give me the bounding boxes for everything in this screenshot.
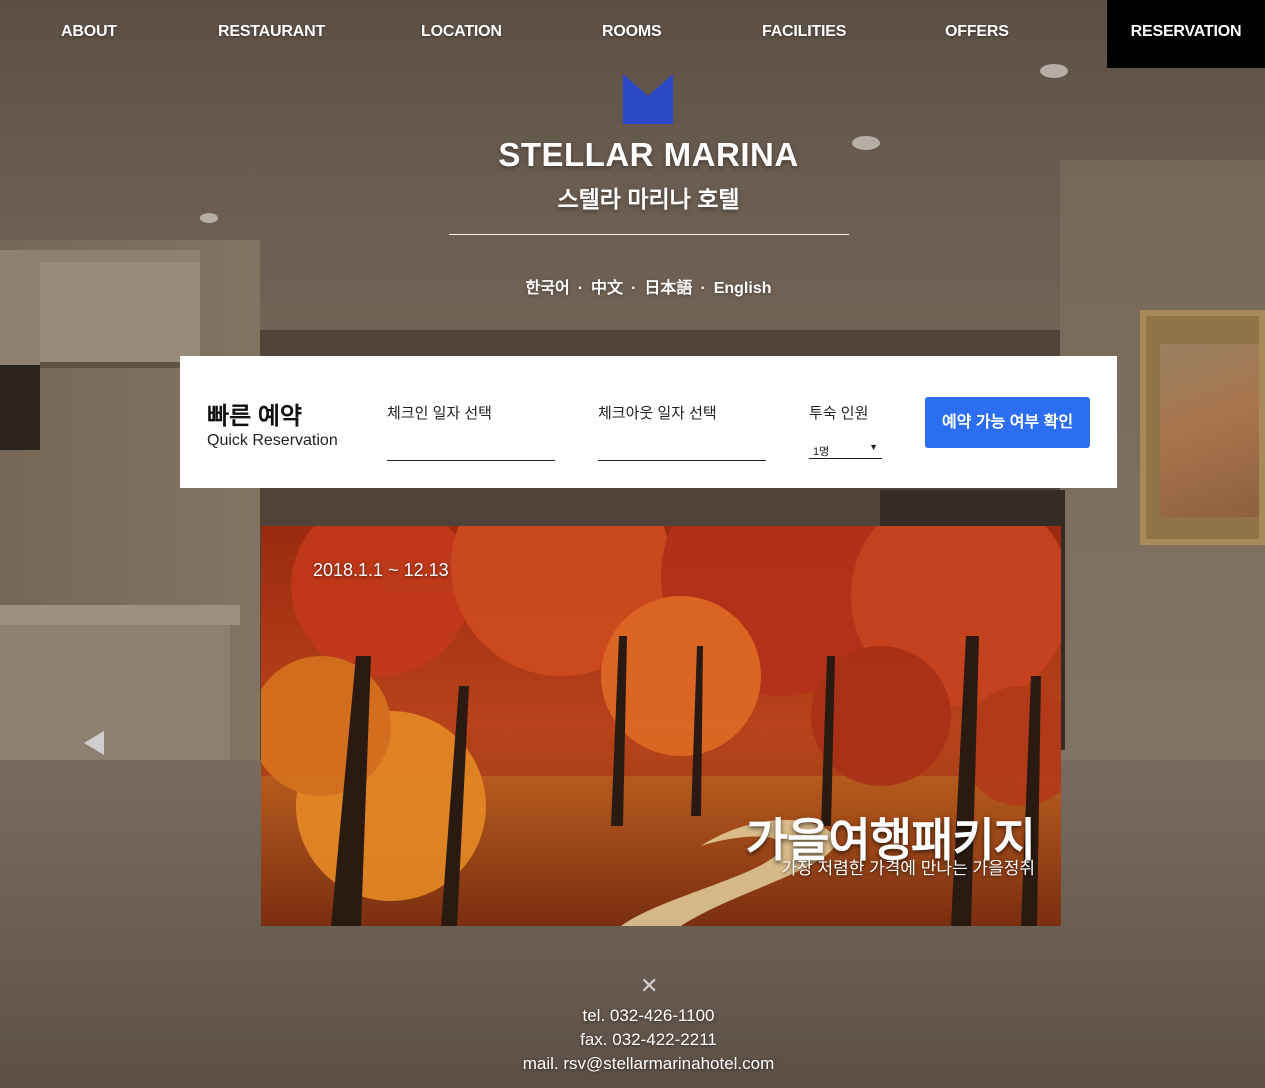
contact-fax: fax. 032-422-2211 xyxy=(580,1030,717,1049)
guests-field: 투숙 인원 1명 ▼ xyxy=(809,402,882,459)
quick-reservation-title: 빠른 예약 xyxy=(207,403,302,430)
lang-english[interactable]: English xyxy=(714,280,772,297)
banner-subtitle: 가장 저렴한 가격에 만나는 가을정취 xyxy=(781,859,1036,878)
lang-japanese[interactable]: 日本語 xyxy=(644,280,692,297)
nav-facilities[interactable]: FACILITIES xyxy=(762,0,846,64)
guests-select-value: 1명 xyxy=(813,446,830,458)
hotel-name-english: STELLAR MARINA xyxy=(498,136,799,173)
blue-m-logo-icon[interactable] xyxy=(623,74,673,124)
contact-mail[interactable]: mail. rsv@stellarmarinahotel.com xyxy=(0,1054,1265,1074)
hotel-name-korean: 스텔라 마리나 호텔 xyxy=(557,186,740,212)
main-nav: ABOUT RESTAURANT LOCATION ROOMS FACILITI… xyxy=(0,0,1265,68)
checkout-input-underline[interactable] xyxy=(598,460,766,461)
quick-reservation-subtitle: Quick Reservation xyxy=(207,432,338,449)
guests-label: 투숙 인원 xyxy=(809,405,869,422)
checkin-label: 체크인 일자 선택 xyxy=(387,405,492,422)
language-selector: 한국어 · 中文 · 日本語 · English xyxy=(0,274,1265,298)
checkout-label: 체크아웃 일자 선택 xyxy=(598,405,717,422)
quick-reservation-panel: 빠른 예약 Quick Reservation 체크인 일자 선택 체크아웃 일… xyxy=(180,356,1117,488)
banner-date: 2018.1.1 ~ 12.13 xyxy=(313,560,449,580)
checkin-input-underline[interactable] xyxy=(387,460,555,461)
lang-chinese[interactable]: 中文 xyxy=(591,280,623,297)
lang-separator: · xyxy=(631,280,637,297)
check-availability-button[interactable]: 예약 가능 여부 확인 xyxy=(925,397,1090,448)
close-icon[interactable]: ✕ xyxy=(640,973,658,999)
guests-select[interactable]: 1명 ▼ xyxy=(809,442,882,459)
checkin-field[interactable]: 체크인 일자 선택 xyxy=(387,402,555,461)
nav-rooms[interactable]: ROOMS xyxy=(602,0,662,64)
nav-reservation[interactable]: RESERVATION xyxy=(1107,0,1265,68)
nav-about[interactable]: ABOUT xyxy=(61,0,117,64)
chevron-down-icon: ▼ xyxy=(869,442,878,452)
lang-korean[interactable]: 한국어 xyxy=(526,280,570,297)
nav-offers[interactable]: OFFERS xyxy=(945,0,1009,64)
triangle-left-icon[interactable] xyxy=(84,731,104,755)
nav-location[interactable]: LOCATION xyxy=(421,0,502,64)
title-divider xyxy=(449,234,849,235)
checkout-field[interactable]: 체크아웃 일자 선택 xyxy=(598,402,766,461)
lang-separator: · xyxy=(577,280,584,297)
lang-separator: · xyxy=(700,280,706,297)
nav-restaurant[interactable]: RESTAURANT xyxy=(218,0,325,64)
contact-tel: tel. 032-426-1100 xyxy=(582,1006,715,1025)
promo-banner[interactable]: 2018.1.1 ~ 12.13 가을여행패키지 가장 저렴한 가격에 만나는 … xyxy=(261,526,1061,926)
